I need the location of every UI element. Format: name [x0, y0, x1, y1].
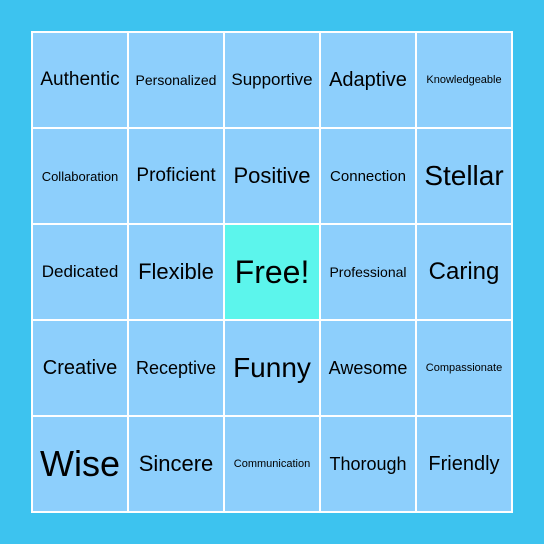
free-space-cell[interactable]: Free!	[225, 225, 319, 319]
bingo-cell[interactable]: Stellar	[417, 129, 511, 223]
bingo-cell[interactable]: Caring	[417, 225, 511, 319]
bingo-cell[interactable]: Positive	[225, 129, 319, 223]
bingo-cell[interactable]: Thorough	[321, 417, 415, 511]
bingo-cell[interactable]: Wise	[33, 417, 127, 511]
bingo-cell[interactable]: Proficient	[129, 129, 223, 223]
bingo-cell[interactable]: Supportive	[225, 33, 319, 127]
bingo-cell[interactable]: Personalized	[129, 33, 223, 127]
bingo-cell[interactable]: Connection	[321, 129, 415, 223]
bingo-cell[interactable]: Sincere	[129, 417, 223, 511]
bingo-cell[interactable]: Professional	[321, 225, 415, 319]
bingo-cell[interactable]: Authentic	[33, 33, 127, 127]
bingo-cell[interactable]: Friendly	[417, 417, 511, 511]
bingo-cell[interactable]: Funny	[225, 321, 319, 415]
bingo-cell[interactable]: Creative	[33, 321, 127, 415]
bingo-cell[interactable]: Dedicated	[33, 225, 127, 319]
bingo-cell[interactable]: Communication	[225, 417, 319, 511]
bingo-cell[interactable]: Compassionate	[417, 321, 511, 415]
bingo-cell[interactable]: Receptive	[129, 321, 223, 415]
bingo-cell[interactable]: Collaboration	[33, 129, 127, 223]
bingo-cell[interactable]: Flexible	[129, 225, 223, 319]
bingo-cell[interactable]: Awesome	[321, 321, 415, 415]
bingo-cell[interactable]: Knowledgeable	[417, 33, 511, 127]
bingo-cell[interactable]: Adaptive	[321, 33, 415, 127]
bingo-board: Authentic Personalized Supportive Adapti…	[31, 31, 513, 513]
